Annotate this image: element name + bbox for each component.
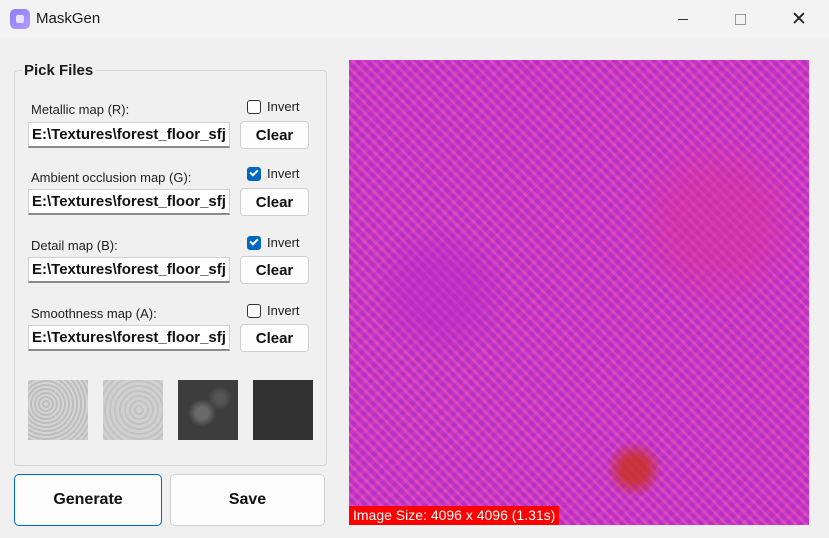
smoothness-map-label: Smoothness map (A):	[31, 306, 157, 321]
detail-clear-button[interactable]: Clear	[240, 256, 309, 284]
maximize-button[interactable]	[711, 0, 769, 38]
ao-thumbnail	[103, 380, 163, 440]
pick-files-title: Pick Files	[22, 62, 96, 79]
ao-clear-button[interactable]: Clear	[240, 188, 309, 216]
ao-map-label: Ambient occlusion map (G):	[31, 170, 192, 185]
detail-map-label: Detail map (B):	[31, 238, 118, 253]
smoothness-invert-label: Invert	[267, 303, 300, 318]
close-icon: ✕	[791, 8, 807, 30]
metallic-invert-toggle[interactable]: Invert	[247, 99, 300, 114]
metallic-thumbnail	[28, 380, 88, 440]
ao-path-input[interactable]	[28, 189, 230, 215]
detail-thumbnail	[178, 380, 238, 440]
close-button[interactable]: ✕	[770, 0, 828, 38]
detail-path-input[interactable]	[28, 257, 230, 283]
ao-invert-label: Invert	[267, 166, 300, 181]
detail-invert-toggle[interactable]: Invert	[247, 235, 300, 250]
metallic-invert-label: Invert	[267, 99, 300, 114]
title-bar: MaskGen ✕	[0, 0, 829, 38]
metallic-invert-checkbox[interactable]	[247, 99, 261, 114]
maximize-icon	[734, 13, 746, 25]
detail-invert-checkbox[interactable]	[247, 235, 261, 250]
generate-button[interactable]: Generate	[14, 474, 162, 526]
ao-invert-toggle[interactable]: Invert	[247, 166, 300, 181]
metallic-path-input[interactable]	[28, 122, 230, 148]
smoothness-path-input[interactable]	[28, 325, 230, 351]
window-title: MaskGen	[36, 10, 101, 27]
metallic-clear-button[interactable]: Clear	[240, 121, 309, 149]
smoothness-clear-button[interactable]: Clear	[240, 324, 309, 352]
smoothness-invert-checkbox[interactable]	[247, 303, 261, 318]
app-icon	[10, 9, 30, 29]
detail-invert-label: Invert	[267, 235, 300, 250]
smoothness-thumbnail	[253, 380, 313, 440]
save-button[interactable]: Save	[170, 474, 325, 526]
minimize-icon	[678, 18, 688, 20]
smoothness-invert-toggle[interactable]: Invert	[247, 303, 300, 318]
metallic-map-label: Metallic map (R):	[31, 102, 130, 117]
ao-invert-checkbox[interactable]	[247, 166, 261, 181]
image-size-label: Image Size: 4096 x 4096 (1.31s)	[349, 506, 560, 525]
mask-preview-image	[349, 60, 809, 525]
minimize-button[interactable]	[654, 0, 712, 38]
